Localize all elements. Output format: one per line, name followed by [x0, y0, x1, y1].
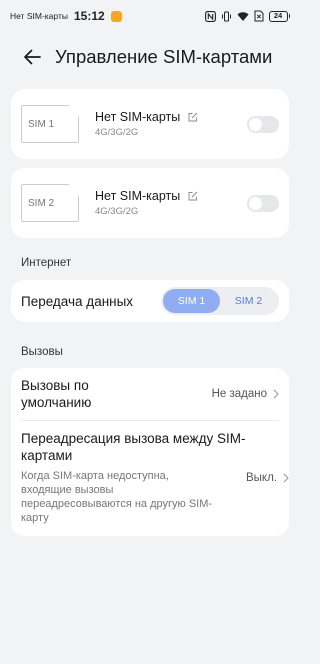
call-forwarding-value: Выкл.	[246, 471, 278, 484]
data-transfer-label: Передача данных	[21, 293, 134, 309]
battery-indicator: 24	[268, 10, 290, 22]
sim1-card: SIM 1 Нет SIM-карты 4G/3G/2G	[11, 89, 289, 159]
wifi-icon	[237, 11, 248, 21]
nfc-icon	[204, 10, 216, 22]
default-calls-value: Не задано	[211, 388, 267, 400]
sim1-name: Нет SIM-карты	[95, 110, 181, 124]
page-title: Управление SIM-картами	[55, 46, 273, 67]
chevron-right-icon	[283, 473, 289, 482]
carrier-label: Нет SIM-карты	[10, 11, 68, 21]
call-forwarding-value-group: Выкл.	[246, 472, 289, 484]
call-forwarding-text: Переадресация вызова между SIM-картами К…	[21, 430, 246, 525]
default-calls-label: Вызовы по умолчанию	[21, 378, 92, 410]
sim1-thumb-label: SIM 1	[28, 118, 55, 130]
back-arrow-icon	[24, 49, 41, 65]
battery-tip	[288, 14, 290, 18]
clock: 15:12	[73, 9, 105, 23]
notification-app-icon	[110, 10, 122, 22]
sim1-network: 4G/3G/2G	[95, 127, 139, 138]
edit-icon[interactable]	[188, 191, 198, 201]
data-sim2-option[interactable]: SIM 2	[220, 289, 277, 313]
data-sim1-option[interactable]: SIM 1	[163, 289, 220, 313]
edit-icon[interactable]	[188, 112, 198, 122]
no-sim-icon	[254, 10, 263, 22]
battery-level: 24	[268, 10, 288, 22]
call-forwarding-label: Переадресация вызова между SIM-картами	[21, 431, 246, 463]
sim2-name: Нет SIM-карты	[95, 189, 181, 203]
call-forwarding-desc: Когда SIM-карта недоступна, входящие выз…	[21, 470, 213, 524]
sim2-row[interactable]: SIM 2 Нет SIM-карты 4G/3G/2G	[11, 168, 289, 238]
calls-card: Вызовы по умолчанию Не задано Переадреса…	[11, 368, 289, 536]
calls-section-label: Вызовы	[21, 346, 63, 358]
sim1-row[interactable]: SIM 1 Нет SIM-карты 4G/3G/2G	[11, 89, 289, 159]
sim-card-icon: SIM 2	[21, 184, 79, 222]
internet-card: Передача данных SIM 1 SIM 2	[11, 280, 289, 322]
sim1-toggle[interactable]	[247, 115, 279, 133]
internet-section-label: Интернет	[21, 257, 72, 269]
back-button[interactable]	[17, 42, 47, 72]
sim2-card: SIM 2 Нет SIM-карты 4G/3G/2G	[11, 168, 289, 238]
header: Управление SIM-картами	[0, 42, 300, 72]
vibrate-icon	[221, 11, 231, 21]
default-calls-value-group: Не задано	[212, 388, 279, 400]
default-calls-row[interactable]: Вызовы по умолчанию Не задано	[11, 368, 289, 420]
chevron-right-icon	[273, 389, 279, 399]
status-bar: Нет SIM-карты 15:12 24	[0, 0, 300, 32]
sim2-thumb-label: SIM 2	[28, 197, 55, 209]
call-forwarding-row[interactable]: Переадресация вызова между SIM-картами К…	[11, 421, 289, 536]
data-sim-selector: SIM 1 SIM 2	[161, 287, 279, 315]
sim2-toggle[interactable]	[247, 194, 279, 212]
sim2-network: 4G/3G/2G	[95, 206, 139, 217]
data-transfer-row: Передача данных SIM 1 SIM 2	[11, 280, 289, 322]
sim-card-icon: SIM 1	[21, 105, 79, 143]
